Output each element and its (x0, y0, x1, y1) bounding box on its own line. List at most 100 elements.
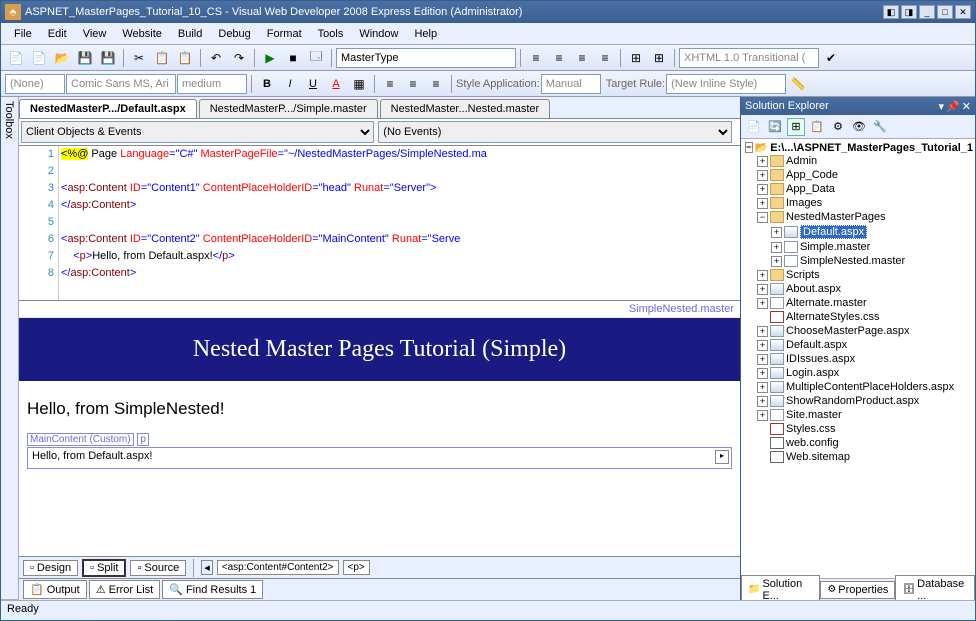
copy-site-icon[interactable]: 📋 (808, 118, 826, 136)
dock-left-button[interactable]: ◧ (883, 5, 899, 19)
ruler-icon[interactable]: 📏 (787, 73, 809, 95)
doc-tab-simple[interactable]: NestedMasterP.../Simple.master (199, 99, 378, 118)
tree-folder[interactable]: +App_Data (757, 182, 973, 196)
block-format-select[interactable] (5, 74, 65, 94)
expand-icon[interactable]: − (745, 142, 753, 153)
italic-icon[interactable]: I (279, 73, 301, 95)
menu-file[interactable]: File (7, 26, 39, 42)
tree-item[interactable]: +ShowRandomProduct.aspx (757, 394, 973, 408)
code-editor[interactable]: 12345678 <%@ Page Language="C#" MasterPa… (19, 146, 740, 301)
split-view-button[interactable]: ▫ Split (82, 559, 126, 577)
menu-tools[interactable]: Tools (311, 26, 351, 42)
indent-icon[interactable]: ≡ (525, 47, 547, 69)
align-left-icon[interactable]: ≡ (379, 73, 401, 95)
font-color-icon[interactable]: A (325, 73, 347, 95)
menu-website[interactable]: Website (115, 26, 169, 42)
content-region-label[interactable]: MainContent (Custom) (27, 433, 134, 446)
menu-format[interactable]: Format (260, 26, 309, 42)
menu-view[interactable]: View (76, 26, 114, 42)
tab-order-icon[interactable]: ⊞ (625, 47, 647, 69)
save-all-icon[interactable]: 💾 (97, 47, 119, 69)
properties-tab[interactable]: ⚙Properties (820, 581, 895, 599)
bold-icon[interactable]: B (256, 73, 278, 95)
run-icon[interactable]: ▶ (259, 47, 281, 69)
tool-icon[interactable]: 🔧 (871, 118, 889, 136)
copy-icon[interactable]: 📋 (151, 47, 173, 69)
tree-item[interactable]: Styles.css (757, 422, 973, 436)
menu-build[interactable]: Build (171, 26, 209, 42)
breadcrumb-p[interactable]: <p> (343, 560, 370, 575)
pin-icon[interactable]: 📌 (946, 100, 960, 113)
panel-menu-icon[interactable]: ▾ (939, 100, 945, 113)
code-text[interactable]: <%@ Page Language="C#" MasterPageFile="~… (59, 146, 740, 300)
outdent-icon[interactable]: ≡ (548, 47, 570, 69)
add-item-icon[interactable]: 📄 (28, 47, 50, 69)
content-text[interactable]: Hello, from Default.aspx! (32, 450, 152, 462)
doctype-selector[interactable] (679, 48, 819, 68)
tree-item[interactable]: +Simple.master (771, 240, 973, 254)
minimize-button[interactable]: _ (919, 5, 935, 19)
tree-item-default-aspx[interactable]: +Default.aspx (771, 224, 973, 240)
stop-icon[interactable]: ■ (282, 47, 304, 69)
tree-item[interactable]: +Login.aspx (757, 366, 973, 380)
config-icon[interactable]: ⚙ (829, 118, 847, 136)
tree-item[interactable]: +MultipleContentPlaceHolders.aspx (757, 380, 973, 394)
menu-help[interactable]: Help (407, 26, 444, 42)
paste-icon[interactable]: 📋 (174, 47, 196, 69)
list2-icon[interactable]: ≡ (425, 73, 447, 95)
cut-icon[interactable]: ✂ (128, 47, 150, 69)
tree-item[interactable]: AlternateStyles.css (757, 310, 973, 324)
save-icon[interactable]: 💾 (74, 47, 96, 69)
tree-item[interactable]: +ChooseMasterPage.aspx (757, 324, 973, 338)
tree-item[interactable]: +Alternate.master (757, 296, 973, 310)
refresh-icon[interactable]: 🔄 (766, 118, 784, 136)
table-icon[interactable]: ⊞ (648, 47, 670, 69)
redo-icon[interactable]: ↷ (228, 47, 250, 69)
tree-folder-nested[interactable]: −NestedMasterPages (757, 210, 973, 224)
menu-edit[interactable]: Edit (41, 26, 74, 42)
tree-folder[interactable]: +Admin (757, 154, 973, 168)
breadcrumb-content[interactable]: <asp:Content#Content2> (217, 560, 339, 575)
highlight-icon[interactable]: ▦ (348, 73, 370, 95)
list-icon[interactable]: ≡ (402, 73, 424, 95)
doc-tab-default[interactable]: NestedMasterP.../Default.aspx (19, 99, 197, 118)
events-select[interactable]: (No Events) (378, 121, 731, 143)
type-selector[interactable] (336, 48, 516, 68)
browser-icon[interactable]: 🗔 (305, 47, 327, 69)
toolbox-tab[interactable]: Toolbox (1, 97, 17, 600)
menu-debug[interactable]: Debug (211, 26, 257, 42)
solution-tree[interactable]: − 📂 E:\...\ASPNET_MasterPages_Tutorial_1… (741, 139, 975, 578)
client-objects-select[interactable]: Client Objects & Events (21, 121, 374, 143)
validate-icon[interactable]: ✔ (820, 47, 842, 69)
menu-window[interactable]: Window (352, 26, 405, 42)
design-view-button[interactable]: ▫ Design (23, 560, 78, 576)
design-surface[interactable]: SimpleNested.master Nested Master Pages … (19, 301, 740, 556)
comment-icon[interactable]: ≡ (571, 47, 593, 69)
uncomment-icon[interactable]: ≡ (594, 47, 616, 69)
tree-item[interactable]: +Site.master (757, 408, 973, 422)
project-root[interactable]: E:\...\ASPNET_MasterPages_Tutorial_1 (770, 142, 973, 154)
doc-tab-nested[interactable]: NestedMaster...Nested.master (380, 99, 551, 118)
tree-item[interactable]: +Default.aspx (757, 338, 973, 352)
tree-item[interactable]: +About.aspx (757, 282, 973, 296)
target-rule-select[interactable] (666, 74, 786, 94)
find-results-tab[interactable]: 🔍 Find Results 1 (162, 580, 263, 599)
underline-icon[interactable]: U (302, 73, 324, 95)
source-view-button[interactable]: ▫ Source (130, 560, 186, 576)
view-icon[interactable]: 👁 (850, 118, 868, 136)
tree-folder[interactable]: +Images (757, 196, 973, 210)
properties-icon[interactable]: 📄 (745, 118, 763, 136)
tree-item[interactable]: +IDIssues.aspx (757, 352, 973, 366)
tree-item[interactable]: web.config (757, 436, 973, 450)
tree-folder[interactable]: +App_Code (757, 168, 973, 182)
p-tag-label[interactable]: p (137, 433, 149, 446)
maximize-button[interactable]: □ (937, 5, 953, 19)
font-size-select[interactable] (177, 74, 247, 94)
font-family-select[interactable] (66, 74, 176, 94)
new-project-icon[interactable]: 📄 (5, 47, 27, 69)
dock-right-button[interactable]: ◨ (901, 5, 917, 19)
undo-icon[interactable]: ↶ (205, 47, 227, 69)
panel-close-icon[interactable]: ✕ (962, 100, 971, 113)
nest-icon[interactable]: ⊞ (787, 118, 805, 136)
style-application-select[interactable] (541, 74, 601, 94)
